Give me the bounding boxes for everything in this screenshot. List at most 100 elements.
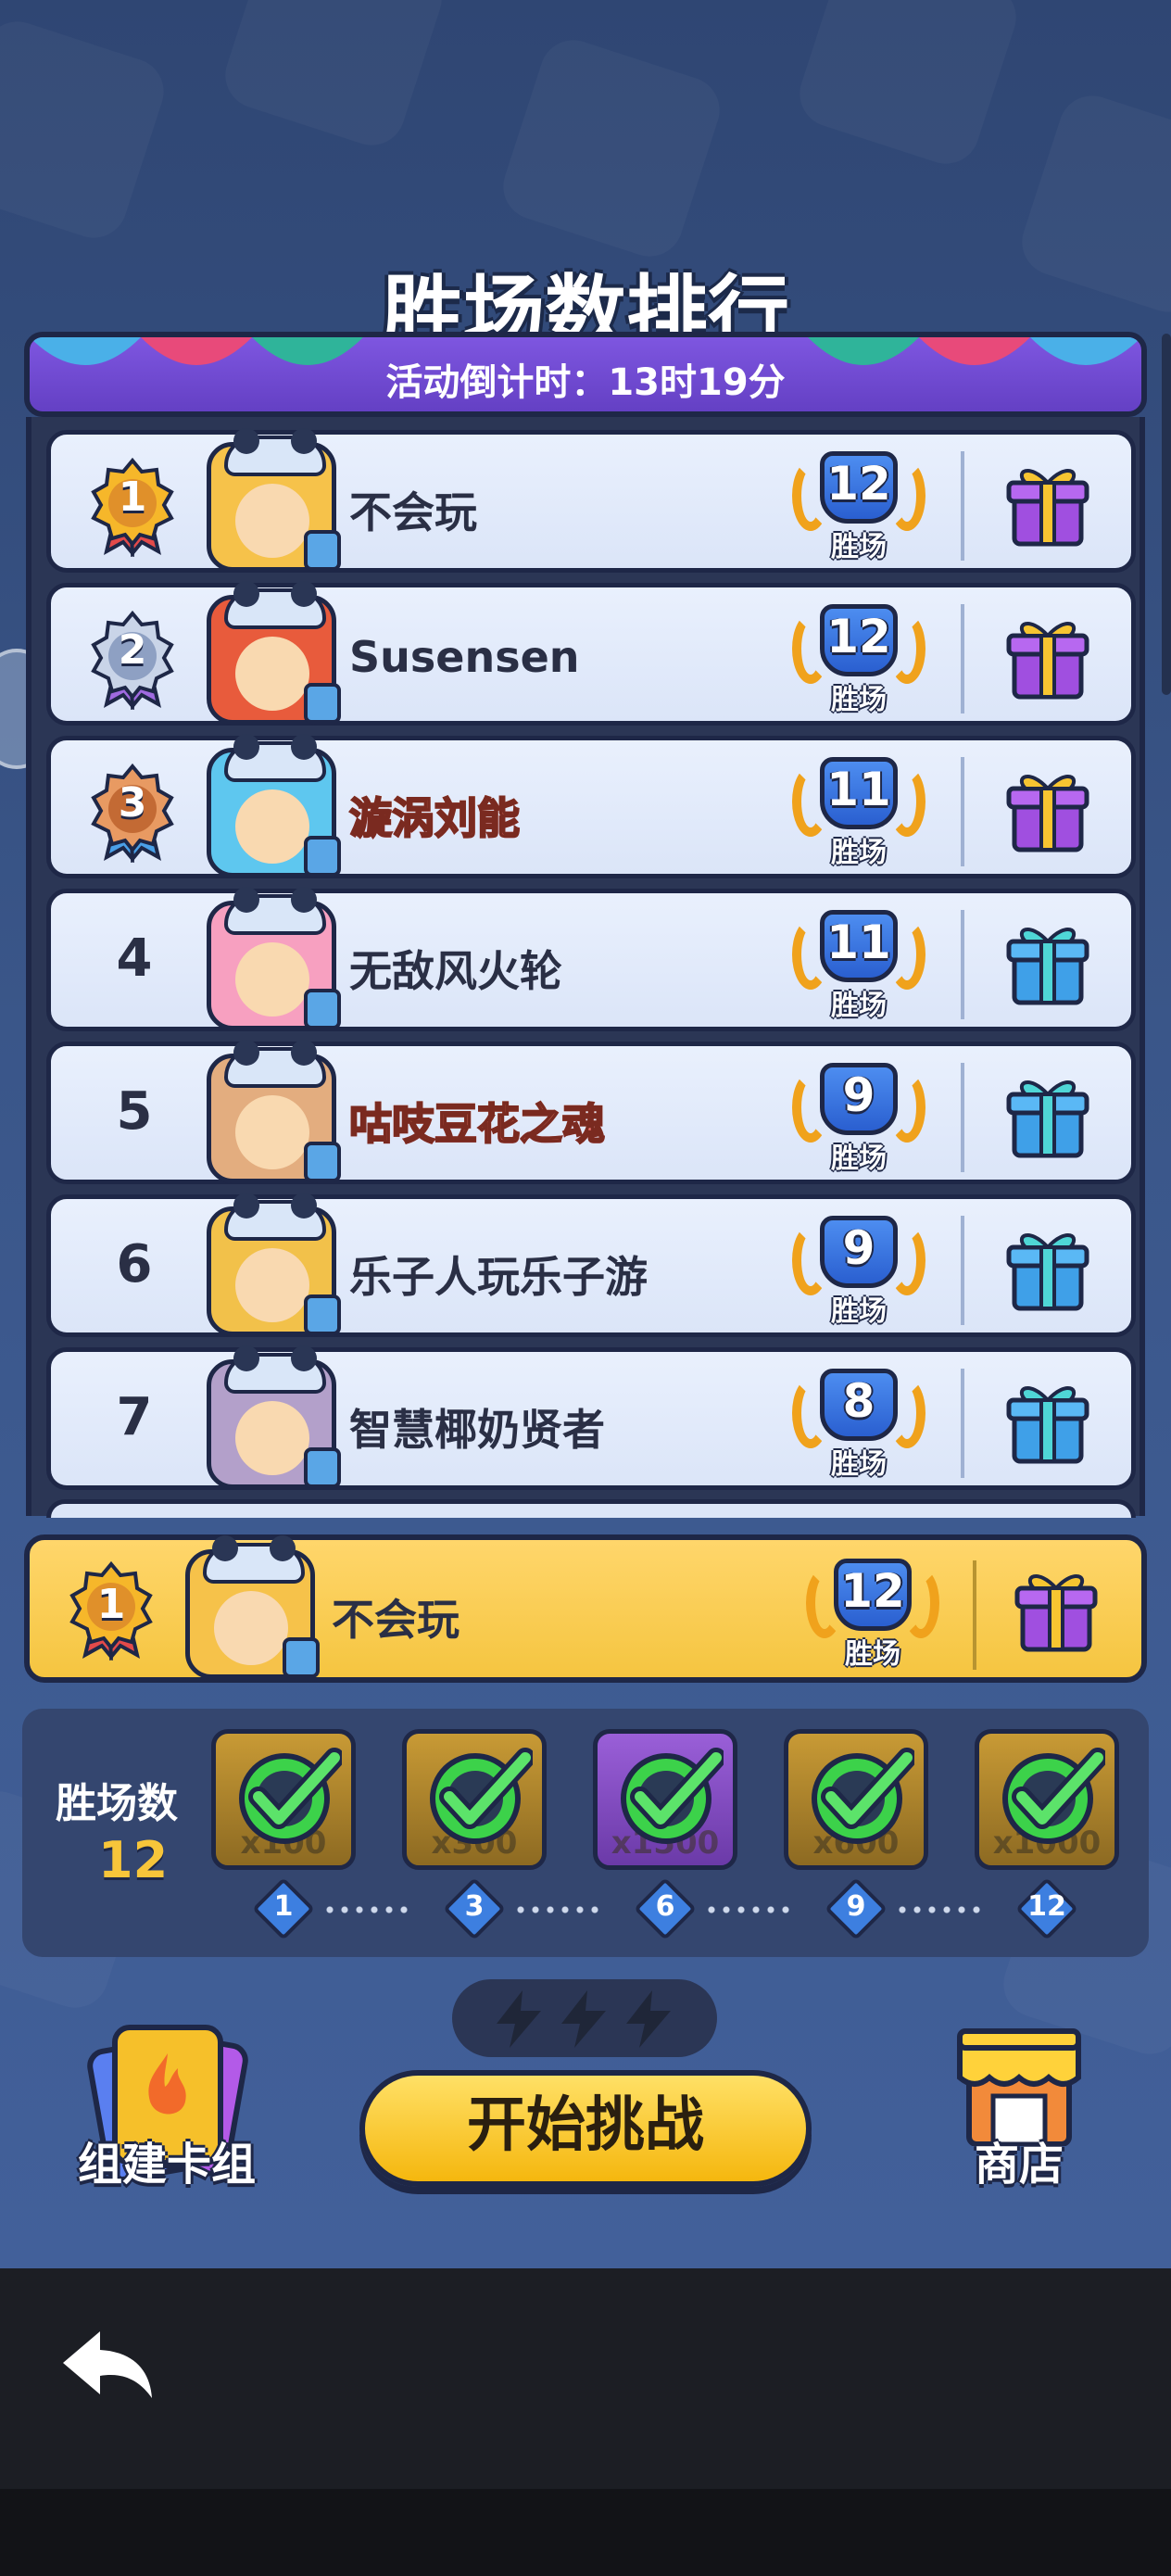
check-icon <box>1002 1748 1105 1844</box>
milestone-number: 6 <box>655 1890 675 1923</box>
lightning-icon <box>626 1990 671 2048</box>
gift-icon[interactable] <box>1001 610 1094 702</box>
player-avatar[interactable] <box>207 1040 341 1183</box>
my-wins-badge: 12 胜场 <box>802 1559 943 1671</box>
gift-icon[interactable] <box>1001 1068 1094 1161</box>
side-scroll-track <box>1162 334 1171 695</box>
row-divider <box>961 604 964 713</box>
leaderboard-row[interactable]: 3 漩涡刘能 11 胜场 <box>46 734 1136 878</box>
wins-badge: 12 胜场 <box>788 604 929 716</box>
wins-number: 8 <box>842 1374 875 1428</box>
milestone-reward[interactable]: x100 <box>211 1729 356 1870</box>
player-name: 咕吱豆花之魂 <box>348 1091 606 1152</box>
gift-icon[interactable] <box>1001 457 1094 549</box>
milestone-number: 9 <box>846 1890 866 1923</box>
leaderboard-row[interactable]: 4 无敌风火轮 11 胜场 <box>46 887 1136 1031</box>
lightning-icon <box>497 1990 541 2048</box>
shop-label[interactable]: 商店 <box>936 2128 1102 2192</box>
rank-number: 2 <box>118 626 147 674</box>
leaderboard-row[interactable]: 6 乐子人玩乐子游 9 胜场 <box>46 1193 1136 1337</box>
my-player-name: 不会玩 <box>332 1595 460 1645</box>
gift-icon[interactable] <box>1001 915 1094 1008</box>
leaderboard-row[interactable]: 2 Susensen 12 胜场 <box>46 581 1136 726</box>
progress-value: 12 <box>98 1831 169 1889</box>
row-divider <box>961 1369 964 1478</box>
my-wins-number: 12 <box>840 1564 905 1618</box>
back-arrow-icon[interactable] <box>57 2324 159 2407</box>
rank-number: 3 <box>118 779 147 827</box>
system-bar <box>0 2489 1171 2576</box>
gift-icon[interactable] <box>1010 1562 1102 1655</box>
my-rank-number: 1 <box>96 1581 126 1628</box>
check-icon <box>812 1748 914 1844</box>
progress-dots <box>895 1905 984 1914</box>
wins-badge: 12 胜场 <box>788 451 929 563</box>
player-avatar[interactable] <box>207 887 341 1030</box>
player-avatar[interactable] <box>207 1345 341 1489</box>
wins-label: 胜场 <box>831 1143 887 1175</box>
wins-badge: 11 胜场 <box>788 910 929 1022</box>
rank-number: 4 <box>116 928 153 989</box>
player-avatar[interactable] <box>207 734 341 878</box>
milestone-number: 12 <box>1027 1890 1066 1923</box>
check-icon <box>239 1748 342 1844</box>
gift-icon[interactable] <box>1001 763 1094 855</box>
milestone-reward[interactable]: x300 <box>402 1729 547 1870</box>
wins-label: 胜场 <box>831 1448 887 1481</box>
rank-number: 7 <box>116 1387 153 1447</box>
gift-icon[interactable] <box>1001 1221 1094 1314</box>
wins-label: 胜场 <box>831 1295 887 1328</box>
progress-dots <box>704 1905 793 1914</box>
progress-label: 胜场数 <box>56 1780 178 1827</box>
leaderboard-row[interactable]: 7 智慧椰奶贤者 8 胜场 <box>46 1345 1136 1490</box>
wins-label: 胜场 <box>831 684 887 716</box>
player-name: 乐子人玩乐子游 <box>349 1252 648 1302</box>
my-wins-label: 胜场 <box>845 1638 900 1671</box>
wins-label: 胜场 <box>831 837 887 869</box>
player-avatar[interactable] <box>207 428 341 572</box>
leaderboard-row[interactable]: 1 不会玩 12 胜场 <box>46 428 1136 573</box>
milestone-marker: 3 <box>443 1877 506 1940</box>
win-progress-panel: 胜场数 12 x100 1 x300 3 x1500 6 <box>22 1709 1149 1957</box>
player-name: 无敌风火轮 <box>349 946 562 996</box>
lightning-icon <box>561 1990 606 2048</box>
row-divider <box>961 757 964 866</box>
rank-number: 5 <box>116 1081 153 1142</box>
leaderboard-list[interactable]: 1 不会玩 12 胜场 2 Susensen 12 胜场 3 漩涡刘能 11 胜… <box>26 417 1145 1518</box>
wins-badge: 9 胜场 <box>788 1216 929 1328</box>
countdown-banner: 活动倒计时：13时19分 <box>24 332 1147 417</box>
row-divider <box>961 451 964 561</box>
my-rank-row[interactable]: 1 不会玩 12 胜场 <box>24 1534 1147 1683</box>
start-challenge-button[interactable]: 开始挑战 <box>359 2070 812 2187</box>
milestone-marker: 6 <box>634 1877 697 1940</box>
check-icon <box>430 1748 533 1844</box>
wins-number: 11 <box>826 763 891 816</box>
milestone-reward[interactable]: x600 <box>784 1729 928 1870</box>
wins-number: 12 <box>826 610 891 663</box>
wins-badge: 11 胜场 <box>788 757 929 869</box>
player-name: 漩涡刘能 <box>348 785 521 846</box>
player-avatar[interactable] <box>207 581 341 725</box>
rank-number: 1 <box>118 474 147 521</box>
my-avatar <box>185 1535 320 1679</box>
milestone-marker: 9 <box>825 1877 888 1940</box>
milestone-reward[interactable]: x1000 <box>975 1729 1119 1870</box>
player-avatar[interactable] <box>207 1193 341 1336</box>
progress-dots <box>322 1905 411 1914</box>
milestone-number: 1 <box>273 1890 294 1923</box>
wins-label: 胜场 <box>831 990 887 1022</box>
gift-icon[interactable] <box>1001 1374 1094 1467</box>
milestone-reward[interactable]: x1500 <box>593 1729 737 1870</box>
leaderboard-row[interactable]: 5 咕吱豆花之魂 9 胜场 <box>46 1040 1136 1184</box>
milestone-marker: 12 <box>1015 1877 1078 1940</box>
row-divider <box>961 1063 964 1172</box>
wins-number: 9 <box>842 1221 875 1275</box>
next-row-peek <box>46 1499 1136 1518</box>
wins-number: 9 <box>842 1068 875 1122</box>
progress-dots <box>513 1905 602 1914</box>
milestone-marker: 1 <box>252 1877 315 1940</box>
countdown-text: 活动倒计时：13时19分 <box>385 361 786 404</box>
bottom-nav-bar <box>0 2268 1171 2489</box>
rank-number: 6 <box>116 1234 153 1294</box>
build-deck-label: 组建卡组 <box>77 2139 256 2191</box>
